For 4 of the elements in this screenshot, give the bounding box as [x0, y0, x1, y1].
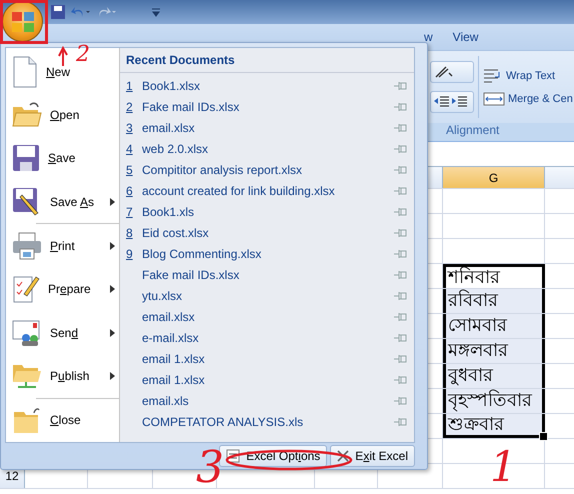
- annotation-number: 2: [76, 44, 90, 66]
- annotation-number: 1: [490, 446, 517, 488]
- recent-documents-title: Recent Documents: [126, 53, 235, 67]
- group-label: Alignment: [446, 123, 500, 137]
